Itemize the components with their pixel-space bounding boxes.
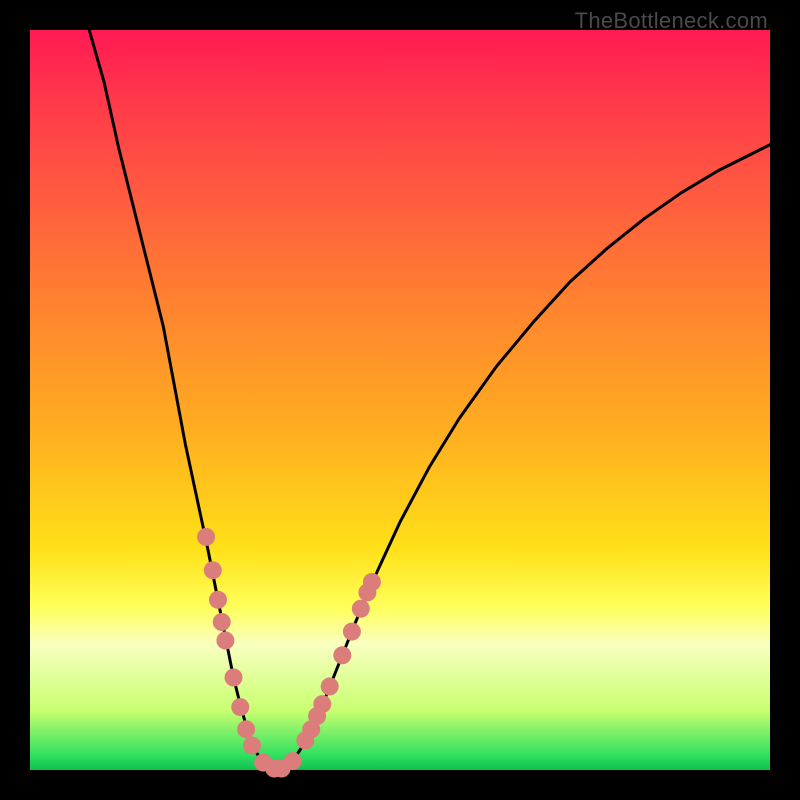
curve-marker (352, 600, 370, 618)
chart-frame (30, 30, 770, 770)
curve-marker (225, 669, 243, 687)
watermark-text: TheBottleneck.com (575, 8, 768, 34)
curve-marker (237, 720, 255, 738)
curve-marker (204, 561, 222, 579)
curve-marker (209, 591, 227, 609)
curve-marker (321, 677, 339, 695)
curve-marker (284, 752, 302, 770)
curve-marker (363, 573, 381, 591)
curve-marker (213, 613, 231, 631)
bottleneck-curve (89, 30, 770, 770)
chart-svg (30, 30, 770, 770)
curve-marker (333, 646, 351, 664)
curve-markers (197, 528, 381, 778)
curve-marker (313, 695, 331, 713)
curve-marker (343, 623, 361, 641)
curve-marker (216, 632, 234, 650)
curve-marker (243, 737, 261, 755)
curve-marker (231, 698, 249, 716)
curve-marker (197, 528, 215, 546)
